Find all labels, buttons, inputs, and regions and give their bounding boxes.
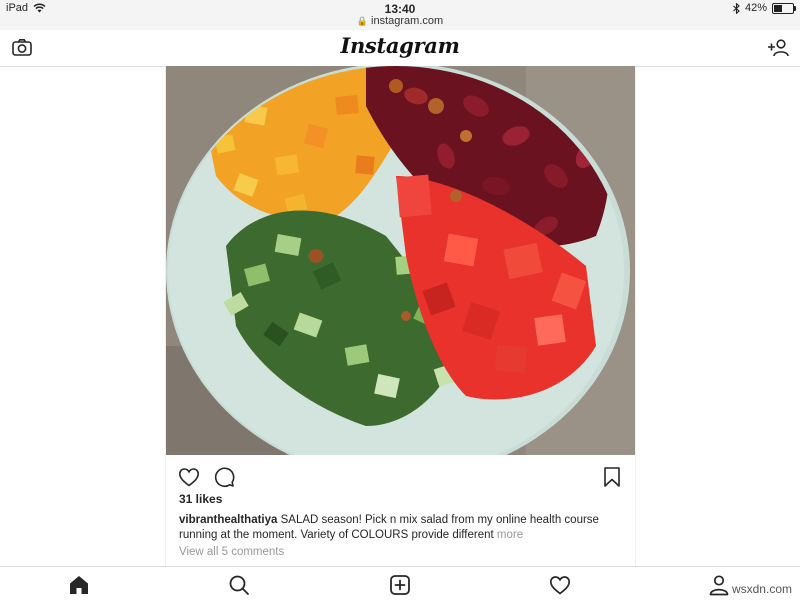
post-caption: vibranthealthatiya SALAD season! Pick n … [179,513,619,543]
bluetooth-icon [733,2,740,14]
status-bar: iPad 13:40 🔒 instagram.com 42% [0,0,800,30]
clock: 13:40 [384,2,416,16]
app-header: Instagram [0,30,800,67]
activity-icon[interactable] [548,573,572,597]
add-person-icon[interactable] [766,36,790,60]
new-post-icon[interactable] [388,573,412,597]
battery-level [774,4,782,12]
status-right: 42% [733,2,796,14]
comment-icon[interactable] [212,465,236,489]
likes-count[interactable]: 31 likes [179,492,222,506]
instagram-logo[interactable]: Instagram [0,33,800,58]
lock-icon: 🔒 [356,16,369,26]
post-photo[interactable] [166,66,635,455]
url-text: instagram.com [371,15,444,27]
view-comments-link[interactable]: View all 5 comments [179,546,284,558]
bookmark-icon[interactable] [600,465,624,489]
heart-icon[interactable] [177,465,201,489]
caption-username[interactable]: vibranthealthatiya [179,514,277,526]
home-icon[interactable] [67,573,91,597]
more-link[interactable]: more [497,529,523,541]
search-icon[interactable] [227,573,251,597]
battery-icon [772,2,796,14]
bottom-nav [0,566,800,601]
profile-icon[interactable] [707,573,731,597]
url-bar[interactable]: 🔒 instagram.com [0,15,800,27]
feed-post: 31 likes vibranthealthatiya SALAD season… [165,66,636,566]
post-actions [166,462,635,490]
battery-percent: 42% [744,2,767,14]
watermark: wsxdn.com [731,582,792,596]
